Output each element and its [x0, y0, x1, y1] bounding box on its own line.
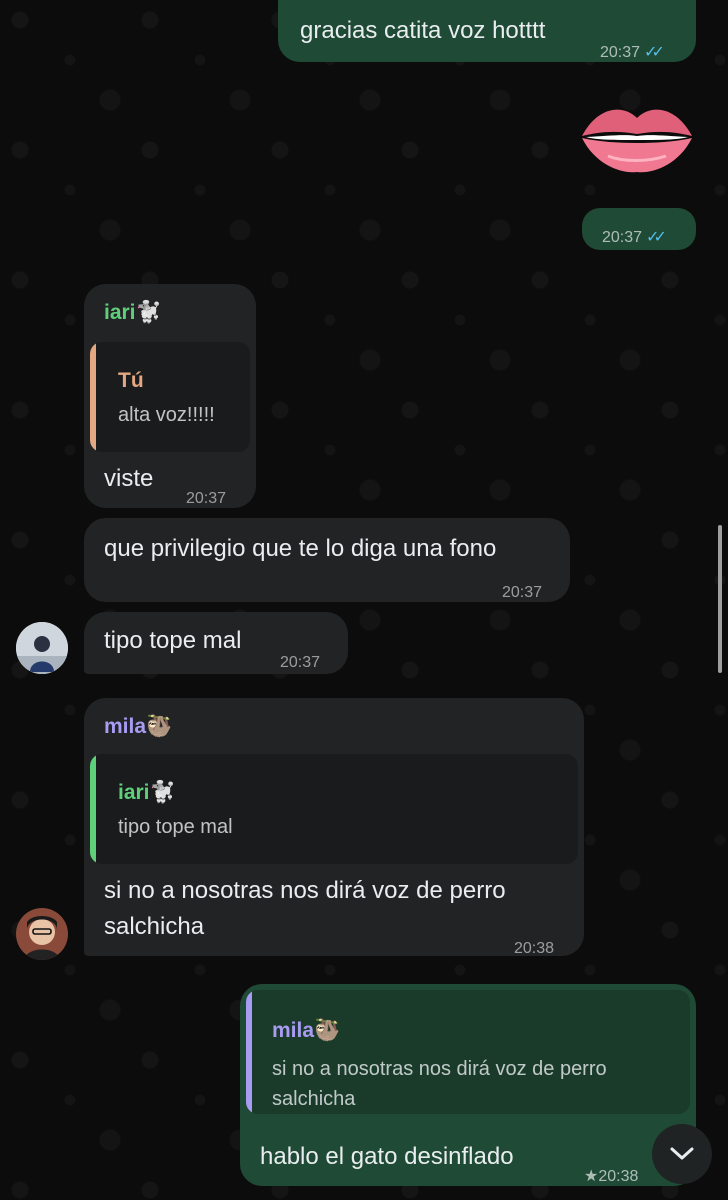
- message-time: 20:37: [186, 490, 227, 507]
- message-incoming[interactable]: tipo tope mal 20:37: [84, 612, 348, 674]
- message-text-line-1: si no a nosotras nos dirá voz de perro: [104, 877, 506, 904]
- quote-author: mila🦥: [272, 1019, 341, 1042]
- quote-bar: [90, 342, 96, 452]
- sender-name: iari🐩: [104, 301, 162, 324]
- lips-icon: [582, 109, 692, 173]
- lips-sticker[interactable]: [578, 96, 696, 180]
- time-text: 20:37: [602, 229, 643, 246]
- message-text: tipo tope mal: [104, 627, 242, 654]
- message-outgoing[interactable]: mila🦥 si no a nosotras nos dirá voz de p…: [240, 984, 696, 1186]
- message-time: 20:37 ✓✓: [600, 36, 665, 70]
- message-text: viste: [104, 465, 154, 492]
- quoted-message[interactable]: Tú alta voz!!!!!: [90, 342, 250, 452]
- read-ticks-icon: ✓✓: [644, 44, 665, 61]
- avatar-photo-icon: [16, 908, 68, 960]
- time-text: 20:37: [600, 44, 641, 61]
- message-time: ★20:38: [584, 1160, 638, 1194]
- scroll-down-button[interactable]: [652, 1124, 712, 1184]
- quote-author: iari🐩: [118, 781, 176, 804]
- quote-bar: [90, 754, 96, 864]
- time-text: 20:38: [598, 1168, 639, 1185]
- avatar-photo-icon: [16, 622, 68, 674]
- message-time: 20:37 ✓✓: [602, 221, 667, 255]
- quote-text-line-2: salchicha: [272, 1088, 356, 1110]
- chevron-down-icon: [670, 1147, 694, 1160]
- quote-text-line-1: si no a nosotras nos dirá voz de perro: [272, 1058, 607, 1080]
- star-icon: ★: [584, 1168, 599, 1185]
- message-text: hablo el gato desinflado: [260, 1143, 514, 1170]
- message-text-line-2: salchicha: [104, 913, 205, 940]
- message-incoming[interactable]: mila🦥 iari🐩 tipo tope mal si no a nosotr…: [84, 698, 584, 957]
- message-time: 20:38: [514, 940, 555, 957]
- sender-name: mila🦥: [104, 715, 173, 738]
- read-ticks-icon: ✓✓: [646, 229, 667, 246]
- sticker-time-pill: 20:37 ✓✓: [582, 208, 696, 250]
- quote-text: alta voz!!!!!: [118, 404, 215, 426]
- quote-text: tipo tope mal: [118, 816, 233, 838]
- message-text: gracias catita voz hotttt: [300, 17, 546, 44]
- quoted-message[interactable]: mila🦥 si no a nosotras nos dirá voz de p…: [246, 990, 690, 1114]
- message-time: 20:37: [502, 584, 543, 601]
- scrollbar[interactable]: [718, 525, 722, 673]
- quoted-message[interactable]: iari🐩 tipo tope mal: [90, 754, 578, 864]
- quote-bar: [246, 990, 252, 1114]
- message-outgoing[interactable]: gracias catita voz hotttt 20:37 ✓✓: [278, 0, 696, 62]
- quote-author: Tú: [118, 369, 144, 392]
- avatar[interactable]: [16, 908, 68, 960]
- message-text: que privilegio que te lo diga una fono: [104, 535, 497, 562]
- avatar[interactable]: [16, 622, 68, 674]
- message-incoming[interactable]: iari🐩 Tú alta voz!!!!! viste 20:37: [84, 284, 256, 508]
- message-incoming[interactable]: que privilegio que te lo diga una fono 2…: [84, 518, 570, 602]
- message-time: 20:37: [280, 654, 321, 671]
